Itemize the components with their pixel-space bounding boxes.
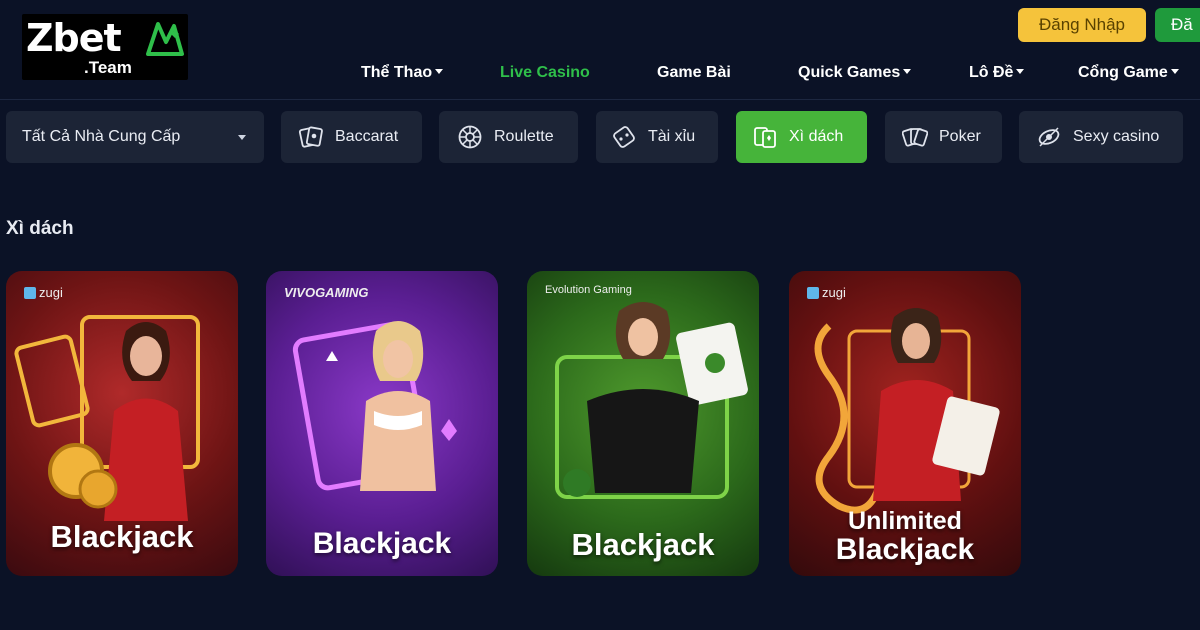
baccarat-cards-icon (297, 123, 325, 151)
nav-label: Game Bài (657, 64, 731, 81)
filter-label: Sexy casino (1073, 128, 1160, 145)
nav-item-game-bai[interactable]: Game Bài (657, 64, 731, 82)
nav-item-quick-games[interactable]: Quick Games (798, 64, 912, 82)
header-divider (0, 99, 1200, 100)
poker-cards-icon (901, 123, 929, 151)
provider-badge: zugi (807, 285, 846, 300)
nav-label: Quick Games (798, 64, 901, 81)
game-title-line2: Blackjack (835, 533, 975, 566)
game-title: Blackjack (571, 527, 715, 562)
game-card-blackjack-zugi[interactable]: zugi Blackjack (6, 271, 238, 576)
caret-down-icon (1170, 68, 1179, 74)
game-card-blackjack-vivo[interactable]: VIVOGAMING Blackjack (266, 271, 498, 576)
filter-tai-xiu[interactable]: Tài xỉu (596, 111, 718, 163)
caret-down-icon (903, 68, 912, 74)
provider-name: VIVOGAMING (284, 285, 369, 300)
game-title-line1: Unlimited (848, 507, 962, 535)
filter-roulette[interactable]: Roulette (439, 111, 578, 163)
chevron-down-icon (238, 135, 246, 140)
section-title: Xì dách (6, 218, 74, 239)
filter-label: Tài xỉu (648, 128, 696, 145)
zugi-logo-icon (807, 286, 819, 299)
game-card-unlimited-blackjack[interactable]: zugi Unlimited Blackjack (789, 271, 1021, 576)
nav-item-live-casino[interactable]: Live Casino (500, 64, 590, 82)
blackjack-cards-icon (751, 123, 779, 151)
zugi-logo-icon (24, 286, 36, 299)
dice-icon (610, 123, 638, 151)
provider-badge: Evolution Gaming (545, 285, 632, 296)
filter-label: Roulette (494, 128, 554, 145)
nav-label: Thể Thao (361, 64, 433, 81)
nav-label: Cổng Game (1078, 64, 1168, 81)
nav-item-cong-game[interactable]: Cổng Game (1078, 64, 1179, 82)
caret-down-icon (435, 68, 444, 74)
provider-select[interactable]: Tất Cả Nhà Cung Cấp (6, 111, 264, 163)
provider-badge: VIVOGAMING (284, 285, 369, 300)
nav-label: Lô Đề (969, 64, 1014, 81)
nav-label: Live Casino (500, 64, 590, 81)
filter-xi-dach[interactable]: Xì dách (736, 111, 867, 163)
nav-item-the-thao[interactable]: Thể Thao (361, 64, 444, 82)
provider-name: zugi (39, 285, 63, 300)
header: Zbet .Team Đăng Nhập Đă Thể Thao Live Ca… (0, 0, 1200, 100)
game-title: Blackjack (50, 519, 194, 554)
register-button[interactable]: Đă (1155, 8, 1200, 42)
provider-name: Evolution Gaming (545, 284, 632, 296)
provider-badge: zugi (24, 285, 63, 300)
game-card-blackjack-evolution[interactable]: Evolution Gaming Blackjack (527, 271, 759, 576)
filter-sexy-casino[interactable]: Sexy casino (1019, 111, 1183, 163)
login-button[interactable]: Đăng Nhập (1018, 8, 1146, 42)
filter-poker[interactable]: Poker (885, 111, 1002, 163)
nav-item-lo-de[interactable]: Lô Đề (969, 64, 1025, 82)
sexy-casino-icon (1035, 123, 1063, 151)
playing-cards-icon (146, 22, 184, 56)
roulette-wheel-icon (456, 123, 484, 151)
filter-label: Baccarat (335, 128, 399, 145)
provider-select-value: Tất Cả Nhà Cung Cấp (22, 128, 181, 145)
main-nav: Thể Thao Live Casino Game Bài Quick Game… (0, 64, 1200, 90)
caret-down-icon (1016, 68, 1025, 74)
filter-baccarat[interactable]: Baccarat (281, 111, 422, 163)
filter-label: Poker (939, 128, 981, 145)
logo-text: Zbet (26, 16, 122, 60)
provider-name: zugi (822, 285, 846, 300)
filter-label: Xì dách (789, 128, 844, 145)
game-title: Blackjack (312, 527, 452, 560)
